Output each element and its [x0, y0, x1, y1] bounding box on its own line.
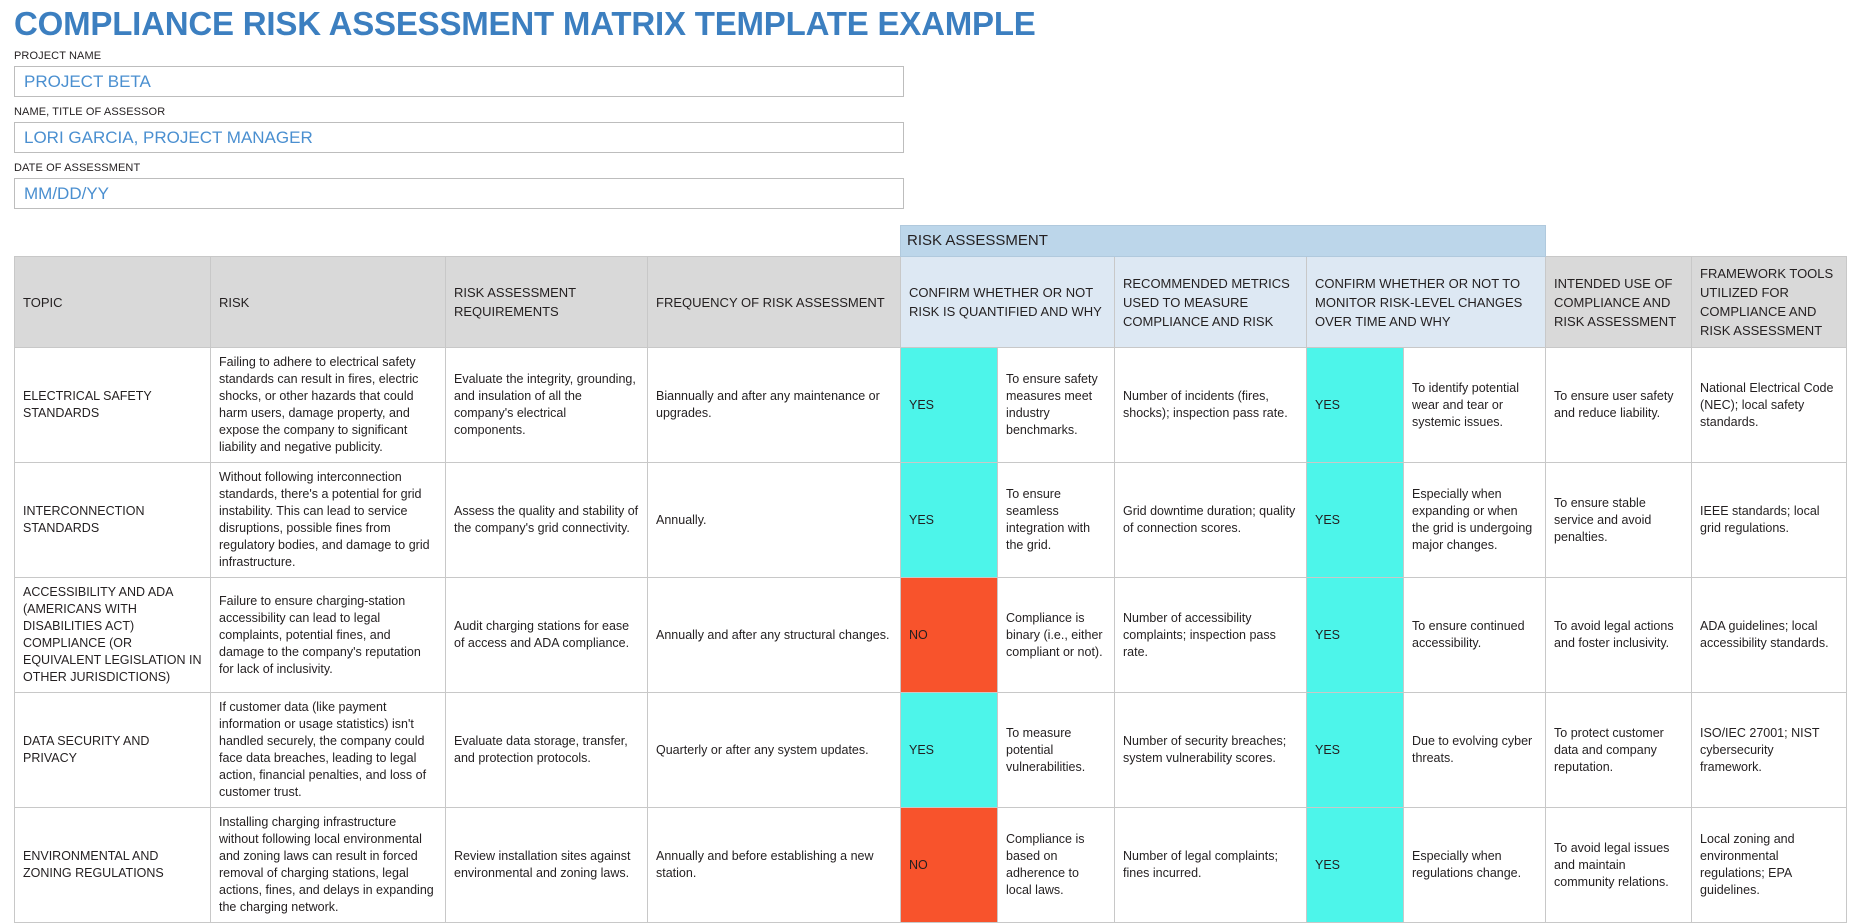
cell-monitor-flag[interactable]: YES: [1306, 807, 1404, 923]
page-root: COMPLIANCE RISK ASSESSMENT MATRIX TEMPLA…: [0, 0, 1860, 923]
cell-frequency: Biannually and after any maintenance or …: [647, 347, 901, 463]
page-title: COMPLIANCE RISK ASSESSMENT MATRIX TEMPLA…: [14, 5, 1036, 42]
cell-recommended-metrics: Number of security breaches; system vuln…: [1114, 692, 1307, 808]
cell-framework-tools: ISO/IEC 27001; NIST cybersecurity framew…: [1691, 692, 1848, 808]
cell-intended-use: To avoid legal issues and maintain commu…: [1545, 807, 1693, 923]
cell-risk-assessment-requirements: Assess the quality and stability of the …: [445, 462, 648, 578]
cell-topic: INTERCONNECTION STANDARDS: [14, 462, 211, 578]
table-row: ACCESSIBILITY AND ADA (AMERICANS WITH DI…: [14, 577, 1848, 693]
column-header-topic: TOPIC: [14, 256, 211, 348]
group-header-row: RISK ASSESSMENT: [15, 225, 1847, 257]
column-header-risk: RISK: [210, 256, 446, 348]
cell-quantified-why: Compliance is based on adherence to loca…: [997, 807, 1115, 923]
cell-monitor-flag[interactable]: YES: [1306, 692, 1404, 808]
cell-monitor-flag[interactable]: YES: [1306, 347, 1404, 463]
cell-quantified-flag[interactable]: NO: [900, 807, 998, 923]
column-header-recommended-metrics: RECOMMENDED METRICS USED TO MEASURE COMP…: [1114, 256, 1307, 348]
cell-monitor-why: Especially when expanding or when the gr…: [1402, 462, 1547, 578]
cell-intended-use: To ensure user safety and reduce liabili…: [1545, 347, 1693, 463]
cell-quantified-flag[interactable]: NO: [900, 577, 998, 693]
label-project-name: PROJECT NAME: [14, 50, 102, 62]
cell-frequency: Annually and after any structural change…: [647, 577, 901, 693]
cell-quantified-why: To ensure safety measures meet industry …: [997, 347, 1115, 463]
column-header-frequency: FREQUENCY OF RISK ASSESSMENT: [647, 256, 901, 348]
cell-topic: DATA SECURITY AND PRIVACY: [14, 692, 211, 808]
cell-intended-use: To ensure stable service and avoid penal…: [1545, 462, 1693, 578]
cell-monitor-why: Especially when regulations change.: [1402, 807, 1547, 923]
date-of-assessment-input[interactable]: [14, 178, 904, 209]
table-head: RISK ASSESSMENT TOPIC RISK RISK ASSESSME…: [14, 225, 1848, 348]
column-header-intended-use: INTENDED USE OF COMPLIANCE AND RISK ASSE…: [1545, 256, 1693, 348]
cell-risk: Failure to ensure charging-station acces…: [210, 577, 446, 693]
cell-topic: ELECTRICAL SAFETY STANDARDS: [14, 347, 211, 463]
table-row: ELECTRICAL SAFETY STANDARDS Failing to ad…: [14, 347, 1848, 463]
cell-frequency: Annually.: [647, 462, 901, 578]
cell-monitor-flag[interactable]: YES: [1306, 577, 1404, 693]
group-header-spacer-left: [15, 226, 901, 257]
cell-framework-tools: Local zoning and environmental regulatio…: [1691, 807, 1848, 923]
project-name-input[interactable]: [14, 66, 904, 97]
meta-fields: PROJECT NAME NAME, TITLE OF ASSESSOR DAT…: [0, 50, 1860, 209]
column-header-risk-assessment-requirements: RISK ASSESSMENT REQUIREMENTS: [445, 256, 648, 348]
cell-framework-tools: IEEE standards; local grid regulations.: [1691, 462, 1848, 578]
label-assessor-name: NAME, TITLE OF ASSESSOR: [14, 106, 166, 118]
column-header-row: TOPIC RISK RISK ASSESSMENT REQUIREMENTS …: [14, 256, 1848, 348]
column-header-framework-tools: FRAMEWORK TOOLS UTILIZED FOR COMPLIANCE …: [1691, 256, 1848, 348]
cell-monitor-why: Due to evolving cyber threats.: [1402, 692, 1547, 808]
group-header-risk-assessment: RISK ASSESSMENT: [899, 225, 1547, 257]
cell-recommended-metrics: Number of legal complaints; fines incurr…: [1114, 807, 1307, 923]
cell-recommended-metrics: Grid downtime duration; quality of conne…: [1114, 462, 1307, 578]
field-assessor-name: NAME, TITLE OF ASSESSOR: [14, 106, 1860, 153]
cell-frequency: Annually and before establishing a new s…: [647, 807, 901, 923]
cell-risk: Without following interconnection standa…: [210, 462, 446, 578]
column-header-confirm-monitor: CONFIRM WHETHER OR NOT TO MONITOR RISK-L…: [1305, 256, 1547, 348]
label-date-of-assessment: DATE OF ASSESSMENT: [14, 162, 141, 174]
cell-risk-assessment-requirements: Evaluate data storage, transfer, and pro…: [445, 692, 648, 808]
cell-quantified-flag[interactable]: YES: [900, 462, 998, 578]
table-body: ELECTRICAL SAFETY STANDARDS Failing to ad…: [14, 347, 1848, 923]
group-header-spacer-right: [1546, 226, 1847, 257]
table-row: DATA SECURITY AND PRIVACY If customer dat…: [14, 692, 1848, 808]
cell-framework-tools: ADA guidelines; local accessibility stan…: [1691, 577, 1848, 693]
cell-frequency: Quarterly or after any system updates.: [647, 692, 901, 808]
cell-recommended-metrics: Number of incidents (fires, shocks); ins…: [1114, 347, 1307, 463]
compliance-risk-matrix-table: RISK ASSESSMENT TOPIC RISK RISK ASSESSME…: [14, 225, 1848, 923]
cell-risk-assessment-requirements: Review installation sites against enviro…: [445, 807, 648, 923]
cell-risk: If customer data (like payment informati…: [210, 692, 446, 808]
cell-quantified-flag[interactable]: YES: [900, 692, 998, 808]
cell-intended-use: To protect customer data and company rep…: [1545, 692, 1693, 808]
cell-risk-assessment-requirements: Audit charging stations for ease of acce…: [445, 577, 648, 693]
cell-framework-tools: National Electrical Code (NEC); local sa…: [1691, 347, 1848, 463]
risk-matrix-container: RISK ASSESSMENT TOPIC RISK RISK ASSESSME…: [0, 225, 1860, 923]
assessor-name-input[interactable]: [14, 122, 904, 153]
cell-monitor-why: To ensure continued accessibility.: [1402, 577, 1547, 693]
field-project-name: PROJECT NAME: [14, 50, 1860, 97]
cell-topic: ACCESSIBILITY AND ADA (AMERICANS WITH DI…: [14, 577, 211, 693]
field-date-of-assessment: DATE OF ASSESSMENT: [14, 162, 1860, 209]
cell-monitor-why: To identify potential wear and tear or s…: [1402, 347, 1547, 463]
cell-risk: Failing to adhere to electrical safety s…: [210, 347, 446, 463]
cell-risk: Installing charging infrastructure witho…: [210, 807, 446, 923]
cell-quantified-flag[interactable]: YES: [900, 347, 998, 463]
column-header-confirm-quantified: CONFIRM WHETHER OR NOT RISK IS QUANTIFIE…: [900, 256, 1115, 348]
cell-quantified-why: To ensure seamless integration with the …: [997, 462, 1115, 578]
cell-recommended-metrics: Number of accessibility complaints; insp…: [1114, 577, 1307, 693]
cell-intended-use: To avoid legal actions and foster inclus…: [1545, 577, 1693, 693]
table-row: ENVIRONMENTAL AND ZONING REGULATIONS Inst…: [14, 807, 1848, 923]
table-row: INTERCONNECTION STANDARDS Without followi…: [14, 462, 1848, 578]
cell-monitor-flag[interactable]: YES: [1306, 462, 1404, 578]
cell-quantified-why: To measure potential vulnerabilities.: [997, 692, 1115, 808]
cell-quantified-why: Compliance is binary (i.e., either compl…: [997, 577, 1115, 693]
cell-topic: ENVIRONMENTAL AND ZONING REGULATIONS: [14, 807, 211, 923]
cell-risk-assessment-requirements: Evaluate the integrity, grounding, and i…: [445, 347, 648, 463]
